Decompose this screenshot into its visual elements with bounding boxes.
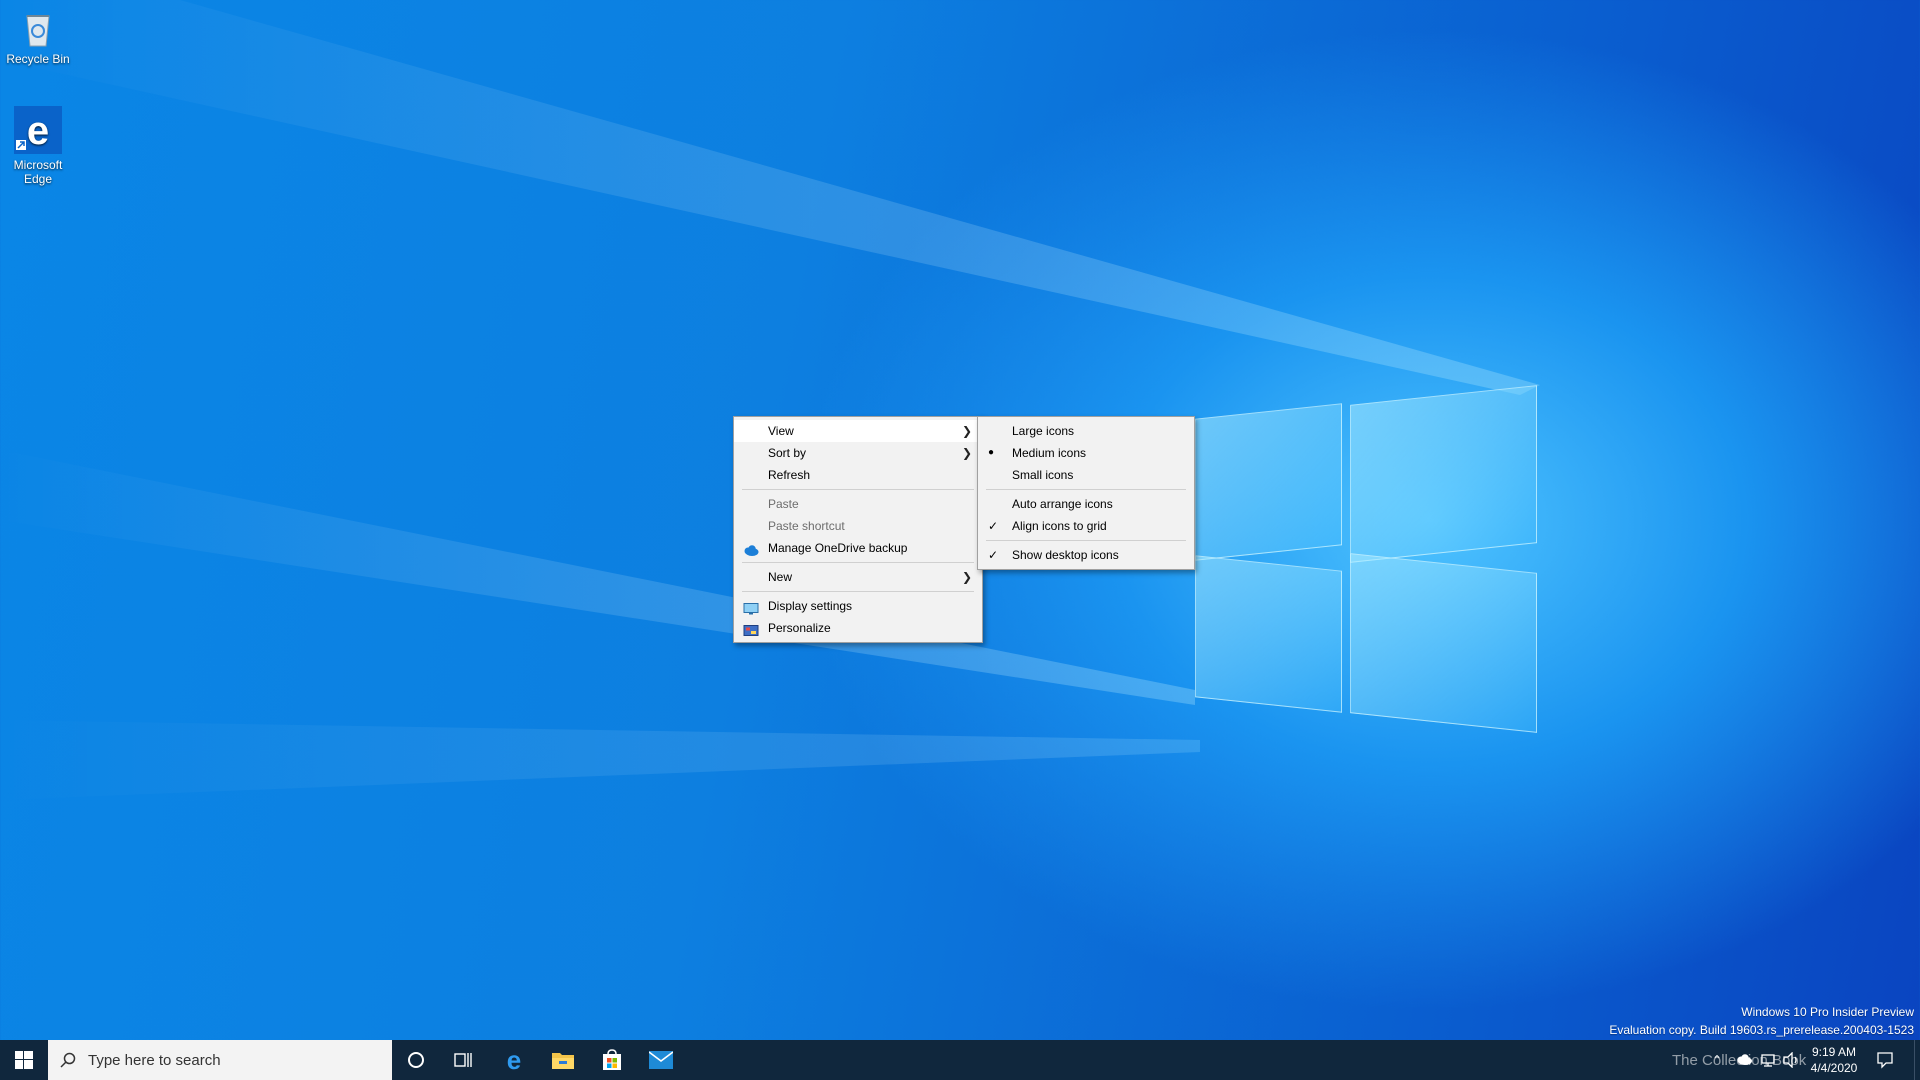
folder-icon <box>552 1053 574 1069</box>
desktop-icon-label: Microsoft Edge <box>13 158 63 186</box>
desktop-context-menu: View ❯ Sort by ❯ Refresh Paste Paste sho… <box>733 416 983 643</box>
network-icon <box>1761 1054 1775 1067</box>
show-hidden-icons-button[interactable]: ⌃ <box>1712 1040 1722 1080</box>
notification-icon <box>1877 1052 1893 1069</box>
build-watermark: Windows 10 Pro Insider Preview Evaluatio… <box>1609 1005 1914 1037</box>
menu-item-view[interactable]: View ❯ <box>734 420 982 442</box>
menu-item-label: Sort by <box>768 446 807 460</box>
desktop-icon-label: Recycle Bin <box>6 52 70 66</box>
menu-item-label: New <box>768 570 793 584</box>
network-tray-button[interactable] <box>1760 1040 1776 1080</box>
menu-item-label: Paste <box>768 497 799 511</box>
menu-item-label: Auto arrange icons <box>1012 497 1113 511</box>
menu-item-label: Large icons <box>1012 424 1075 438</box>
onedrive-tray-button[interactable] <box>1735 1040 1753 1080</box>
svg-text:e: e <box>507 1048 521 1072</box>
show-desktop-button[interactable] <box>1914 1040 1920 1080</box>
menu-item-label: Personalize <box>768 621 831 635</box>
task-view-icon <box>454 1053 472 1067</box>
task-view-button[interactable] <box>440 1040 488 1080</box>
desktop-icon-microsoft-edge[interactable]: e Microsoft Edge <box>1 106 75 186</box>
chevron-right-icon: ❯ <box>961 424 972 438</box>
menu-separator <box>742 489 974 490</box>
menu-separator <box>986 540 1186 541</box>
taskbar-app-store[interactable] <box>588 1040 636 1080</box>
action-center-button[interactable] <box>1870 1040 1900 1080</box>
start-button[interactable] <box>0 1040 48 1080</box>
chevron-right-icon: ❯ <box>961 446 972 460</box>
taskbar: Type here to search e The Collection Boo… <box>0 1040 1920 1080</box>
menu-item-manage-onedrive-backup[interactable]: Manage OneDrive backup <box>734 537 982 559</box>
edge-icon: e <box>507 1048 521 1072</box>
checkmark-icon: ✓ <box>988 548 999 562</box>
taskbar-app-file-explorer[interactable] <box>539 1040 587 1080</box>
desktop-icon-recycle-bin[interactable]: Recycle Bin <box>1 8 75 66</box>
submenu-item-auto-arrange-icons[interactable]: Auto arrange icons <box>978 493 1194 515</box>
volume-tray-button[interactable] <box>1782 1040 1800 1080</box>
mail-icon <box>649 1051 673 1069</box>
chevron-up-icon: ⌃ <box>1712 1053 1723 1067</box>
menu-separator <box>742 562 974 563</box>
view-submenu: Large icons ● Medium icons Small icons A… <box>977 416 1195 570</box>
recycle-bin-icon <box>18 8 58 48</box>
chevron-right-icon: ❯ <box>961 570 972 584</box>
submenu-item-show-desktop-icons[interactable]: ✓ Show desktop icons <box>978 544 1194 566</box>
windows-logo-wallpaper <box>1195 383 1545 738</box>
taskbar-search-box[interactable]: Type here to search <box>48 1040 392 1080</box>
display-icon <box>743 600 759 615</box>
menu-item-label: Display settings <box>768 599 853 613</box>
menu-item-label: Align icons to grid <box>1012 519 1107 533</box>
taskbar-app-edge[interactable]: e <box>490 1040 538 1080</box>
search-icon <box>60 1052 76 1068</box>
svg-text:e: e <box>27 109 49 153</box>
windows-start-icon <box>15 1051 33 1069</box>
onedrive-icon <box>1737 1054 1752 1065</box>
menu-item-personalize[interactable]: Personalize <box>734 617 982 639</box>
menu-item-label: Manage OneDrive backup <box>768 541 908 555</box>
radio-dot-icon: ● <box>988 447 995 458</box>
watermark-line: Evaluation copy. Build 19603.rs_prerelea… <box>1609 1023 1914 1037</box>
onedrive-icon <box>743 542 759 556</box>
menu-item-paste-shortcut[interactable]: Paste shortcut <box>734 515 982 537</box>
menu-separator <box>986 489 1186 490</box>
cortana-button[interactable] <box>392 1040 440 1080</box>
clock-date: 4/4/2020 <box>1810 1061 1858 1075</box>
menu-item-label: Small icons <box>1012 468 1074 482</box>
menu-item-label: View <box>768 424 794 438</box>
submenu-item-medium-icons[interactable]: ● Medium icons <box>978 442 1194 464</box>
menu-item-label: Show desktop icons <box>1012 548 1119 562</box>
speaker-icon <box>1783 1052 1797 1068</box>
watermark-line: Windows 10 Pro Insider Preview <box>1741 1005 1914 1019</box>
menu-item-sort-by[interactable]: Sort by ❯ <box>734 442 982 464</box>
menu-item-label: Refresh <box>768 468 811 482</box>
menu-item-new[interactable]: New ❯ <box>734 566 982 588</box>
submenu-item-align-icons-to-grid[interactable]: ✓ Align icons to grid <box>978 515 1194 537</box>
menu-item-display-settings[interactable]: Display settings <box>734 595 982 617</box>
search-placeholder: Type here to search <box>88 1051 221 1069</box>
submenu-item-small-icons[interactable]: Small icons <box>978 464 1194 486</box>
menu-separator <box>742 591 974 592</box>
clock-time: 9:19 AM <box>1811 1045 1857 1059</box>
menu-item-refresh[interactable]: Refresh <box>734 464 982 486</box>
personalize-icon <box>743 622 759 636</box>
menu-item-label: Paste shortcut <box>768 519 845 533</box>
menu-item-label: Medium icons <box>1012 446 1087 460</box>
taskbar-app-mail[interactable] <box>637 1040 685 1080</box>
store-bag-icon <box>603 1049 621 1070</box>
menu-item-paste[interactable]: Paste <box>734 493 982 515</box>
clock-button[interactable]: 9:19 AM 4/4/2020 <box>1808 1040 1860 1080</box>
edge-icon: e <box>14 106 62 154</box>
submenu-item-large-icons[interactable]: Large icons <box>978 420 1194 442</box>
cortana-circle-icon <box>408 1052 424 1068</box>
checkmark-icon: ✓ <box>988 519 999 533</box>
